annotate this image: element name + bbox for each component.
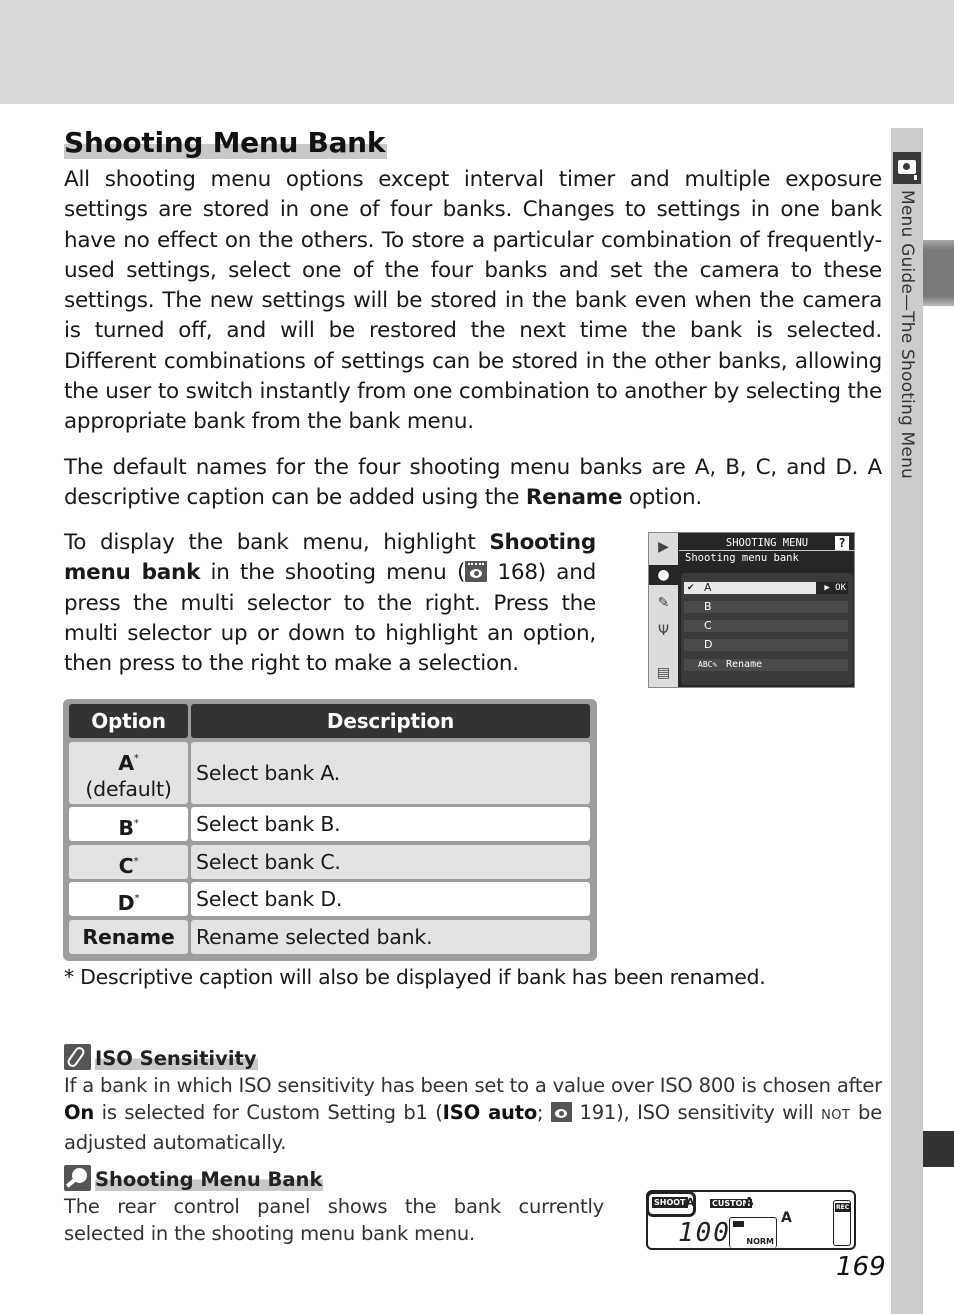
- text: ;: [537, 1101, 551, 1124]
- table-row-description: Select bank D.: [191, 882, 590, 916]
- option-name: Rename: [82, 925, 175, 949]
- wrench-icon: Ψ: [657, 623, 670, 639]
- page-reference-text: 191), ISO sensitivity will: [571, 1101, 822, 1124]
- bank-label: B: [704, 600, 712, 613]
- size-indicator: A: [781, 1210, 792, 1226]
- table-row-description: Rename selected bank.: [191, 920, 590, 954]
- rename-term: Rename: [525, 485, 623, 511]
- check-icon: ✔: [687, 583, 695, 593]
- bank-item-a: ✔ A ▶ OK: [684, 582, 848, 594]
- menu-subtitle: Shooting menu bank: [685, 552, 799, 564]
- shoot-bank-indicator: SHOOT A: [646, 1191, 696, 1217]
- camera-menu-screenshot: ▶ ● ✎ Ψ ▤ SHOOTING MENU? Shooting menu b…: [648, 532, 855, 688]
- menu-header-text: SHOOTING MENU: [725, 537, 809, 549]
- table-row-option: B*: [69, 807, 188, 841]
- bank-item-rename: ABC✎ Rename: [684, 659, 848, 671]
- text: is selected for Custom Setting b1 (: [94, 1101, 443, 1124]
- footnote-mark: *: [134, 893, 140, 904]
- bank-label: Rename: [726, 659, 763, 670]
- text: If a bank in which ISO sensitivity has b…: [64, 1074, 882, 1097]
- chapter-tab-lower: [923, 1131, 954, 1167]
- rename-icon: ABC✎: [698, 660, 718, 669]
- options-table: Option Description A* (default) Select ba…: [63, 699, 597, 961]
- table-row-description: Select bank B.: [191, 807, 590, 841]
- menu-header: SHOOTING MENU?: [679, 535, 855, 551]
- on-term: On: [64, 1101, 95, 1124]
- note-title-text: Shooting Menu Bank: [95, 1168, 324, 1191]
- not-term: NOT: [821, 1108, 851, 1123]
- bank-item-b: B: [684, 601, 848, 613]
- table-row-option: Rename: [69, 920, 188, 954]
- page-reference-icon: [465, 561, 488, 583]
- bank-item-d: D: [684, 639, 848, 651]
- help-icon: ?: [835, 536, 849, 550]
- text: To display the bank menu, highlight: [64, 530, 490, 555]
- note-title-text: ISO Sensitivity: [95, 1047, 258, 1070]
- footnote-mark: *: [133, 753, 139, 764]
- bank-item-c: C: [684, 620, 848, 632]
- footnote-mark: *: [133, 818, 139, 829]
- menu-tab-column: ▶ ● ✎ Ψ ▤: [649, 533, 678, 687]
- option-name: A: [118, 751, 134, 775]
- option-name: C: [118, 854, 134, 878]
- text: The default names for the four shooting …: [64, 455, 882, 511]
- rear-control-panel-illustration: SHOOT A CUSTOM A 100 NORM A REC: [646, 1190, 856, 1250]
- option-name: D: [117, 891, 135, 915]
- section-label: Menu Guide—The Shooting Menu: [897, 190, 917, 480]
- note-body-iso-sensitivity: If a bank in which ISO sensitivity has b…: [64, 1072, 882, 1156]
- magnifier-icon: [64, 1165, 91, 1191]
- note-body-shooting-menu-bank: The rear control panel shows the bank cu…: [64, 1195, 604, 1245]
- display-bank-menu-paragraph: To display the bank menu, highlight Shoo…: [64, 528, 596, 679]
- table-footnote: * Descriptive caption will also be displ…: [64, 965, 766, 989]
- pencil-icon: ✎: [657, 595, 670, 611]
- text: in the shooting menu (: [200, 560, 466, 586]
- note-title-shooting-menu-bank: Shooting Menu Bank: [64, 1165, 324, 1191]
- table-row-option: D*: [69, 882, 188, 916]
- text: option.: [622, 485, 702, 511]
- page-number: 169: [836, 1252, 886, 1282]
- table-row-option: C*: [69, 845, 188, 879]
- option-name: B: [118, 816, 134, 840]
- chapter-tab: [923, 240, 954, 306]
- page-reference-icon: [550, 1102, 572, 1122]
- table-row-option: A* (default): [69, 742, 188, 804]
- table-row-description: Select bank A.: [191, 742, 590, 804]
- iso-readout: 100: [678, 1218, 731, 1248]
- page-title: Shooting Menu Bank: [64, 126, 388, 159]
- default-note: (default): [85, 777, 172, 801]
- ok-indicator: ▶ OK: [816, 582, 848, 594]
- playback-icon: ▶: [658, 539, 669, 555]
- bank-label: A: [704, 581, 712, 594]
- recent-settings-icon: ▤: [656, 665, 671, 681]
- shoot-label: SHOOT: [652, 1197, 688, 1208]
- bank-list: ✔ A ▶ OK B C D ABC✎ Rename: [681, 573, 853, 685]
- image-size-icon: [733, 1221, 744, 1227]
- page-header-band: [0, 0, 954, 104]
- paperclip-icon: [64, 1044, 91, 1070]
- intro-paragraph: All shooting menu options except interva…: [64, 167, 882, 435]
- bank-label: D: [704, 638, 713, 651]
- quality-box: NORM: [729, 1217, 777, 1248]
- column-header-option: Option: [69, 704, 188, 738]
- rec-indicator: REC: [833, 1200, 851, 1246]
- default-names-paragraph: The default names for the four shooting …: [64, 453, 882, 514]
- shoot-bank-value: A: [686, 1196, 695, 1209]
- column-header-description: Description: [191, 704, 590, 738]
- iso-auto-term: ISO auto: [442, 1101, 538, 1124]
- camera-icon: [893, 152, 921, 184]
- note-title-iso-sensitivity: ISO Sensitivity: [64, 1044, 258, 1070]
- bank-label: C: [704, 619, 712, 632]
- camera-icon: ●: [649, 565, 678, 585]
- table-row-description: Select bank C.: [191, 845, 590, 879]
- custom-bank-value: A: [745, 1195, 754, 1208]
- footnote-mark: *: [133, 856, 139, 867]
- rec-label: REC: [835, 1203, 851, 1212]
- quality-label: NORM: [746, 1237, 774, 1246]
